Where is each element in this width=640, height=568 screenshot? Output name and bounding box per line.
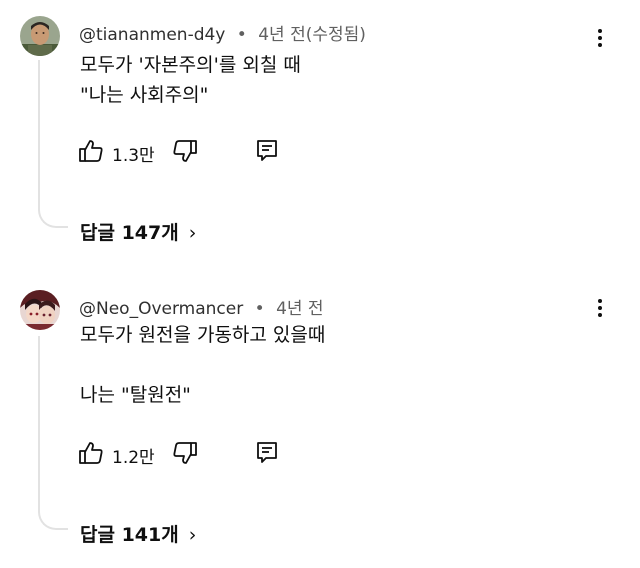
anime-avatar-icon[interactable] — [20, 290, 60, 330]
thumb-down-icon[interactable] — [172, 440, 198, 466]
comment-text-line: "나는 사회주의" — [80, 84, 209, 106]
comment-time[interactable]: 4년 전(수정됨) — [258, 25, 366, 45]
more-vert-icon[interactable] — [592, 296, 608, 320]
meta-separator: • — [254, 299, 265, 319]
thumb-up-icon[interactable] — [78, 440, 104, 466]
thumb-up-icon[interactable] — [78, 138, 104, 164]
more-vert-icon[interactable] — [592, 26, 608, 50]
replies-label: 답글 147개 — [80, 222, 179, 244]
comment-text-line: 모두가 원전을 가동하고 있을때 — [80, 324, 326, 346]
comment-username[interactable]: @Neo_Overmancer — [79, 299, 243, 319]
comment-text-line — [80, 350, 325, 380]
like-count: 1.3만 — [112, 146, 155, 166]
comment-username[interactable]: @tiananmen-d4y — [79, 25, 225, 45]
thread-line — [38, 60, 68, 228]
comment-time[interactable]: 4년 전 — [276, 299, 324, 319]
replies-toggle[interactable]: 답글 147개 › — [80, 218, 196, 245]
replies-toggle[interactable]: 답글 141개 › — [80, 520, 196, 547]
chevron-right-icon: › — [188, 524, 197, 546]
like-count: 1.2만 — [112, 448, 155, 468]
comment-meta: @Neo_Overmancer • 4년 전 — [79, 294, 324, 319]
thumb-down-icon[interactable] — [172, 138, 198, 164]
comment-item: @tiananmen-d4y • 4년 전(수정됨) 모두가 '자본주의'를 외… — [0, 0, 640, 284]
thread-line — [38, 336, 68, 530]
comment-meta: @tiananmen-d4y • 4년 전(수정됨) — [79, 20, 366, 45]
portrait-avatar-icon[interactable] — [20, 16, 60, 56]
comment-text: 모두가 '자본주의'를 외칠 때 "나는 사회주의" — [80, 50, 301, 110]
comment-text-line: 나는 "탈원전" — [80, 384, 191, 406]
comment-text-line: 모두가 '자본주의'를 외칠 때 — [80, 54, 301, 76]
comment-text: 모두가 원전을 가동하고 있을때나는 "탈원전" — [80, 320, 325, 410]
meta-separator: • — [236, 25, 247, 45]
reply-icon[interactable] — [254, 440, 280, 466]
chevron-right-icon: › — [188, 222, 197, 244]
reply-icon[interactable] — [254, 138, 280, 164]
replies-label: 답글 141개 — [80, 524, 179, 546]
comment-item: @Neo_Overmancer • 4년 전 모두가 원전을 가동하고 있을때나… — [0, 284, 640, 568]
